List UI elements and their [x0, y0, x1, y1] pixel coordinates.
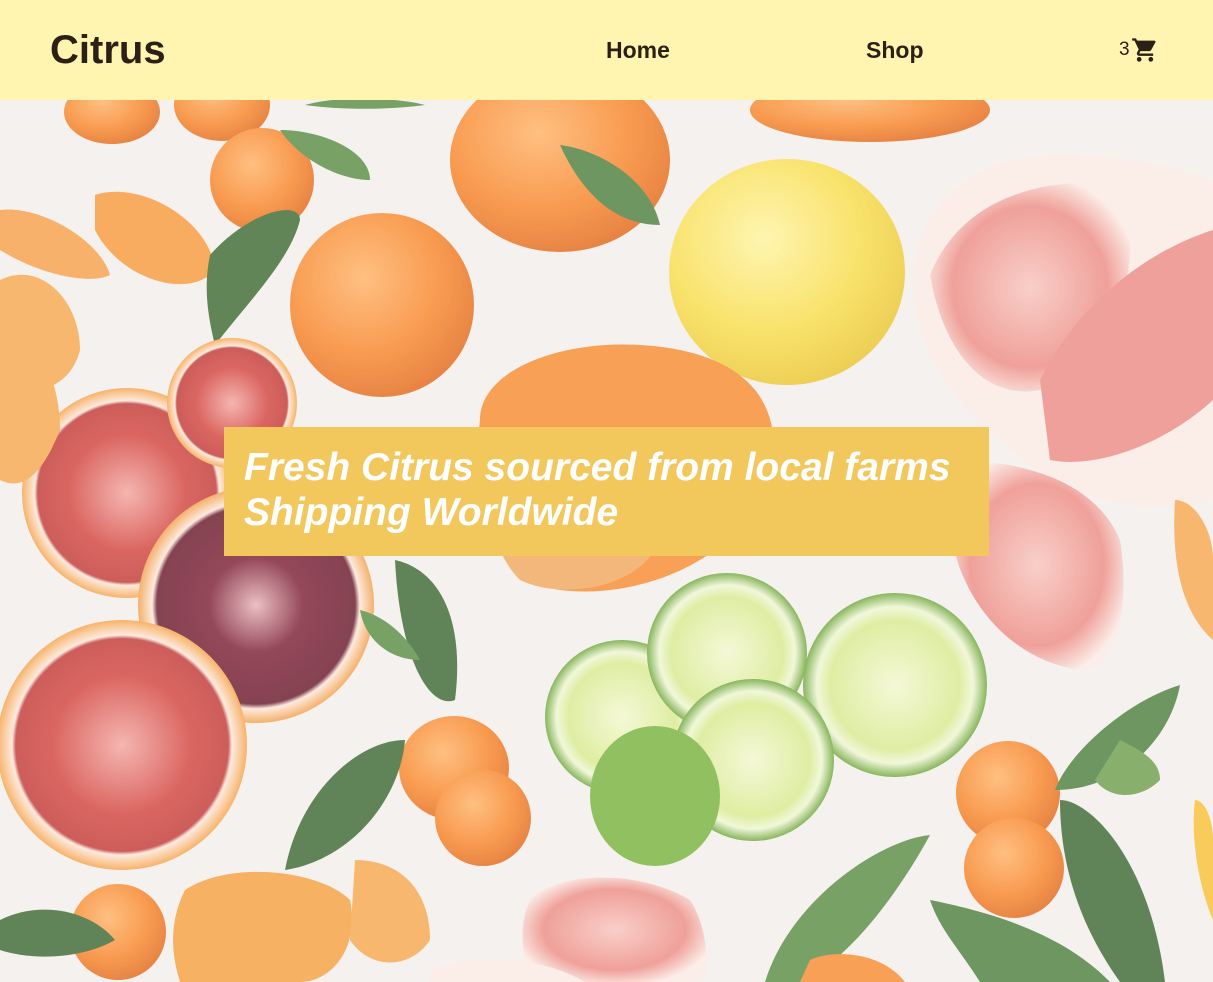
hero-banner: Fresh Citrus sourced from local farms Sh…: [224, 427, 989, 556]
hero-headline: Fresh Citrus sourced from local farms: [244, 446, 951, 489]
nav-link-home[interactable]: Home: [606, 36, 670, 64]
hero-subheadline: Shipping Worldwide: [244, 491, 619, 534]
cart-button[interactable]: 3: [1119, 35, 1159, 65]
brand-logo-link[interactable]: Citrus: [50, 26, 166, 74]
nav-link-shop[interactable]: Shop: [866, 36, 924, 64]
hero-section: Fresh Citrus sourced from local farms Sh…: [0, 100, 1213, 982]
shopping-cart-icon: [1131, 36, 1159, 64]
cart-count-badge: 3: [1119, 39, 1130, 60]
top-navbar: Citrus Home Shop 3: [0, 0, 1213, 100]
